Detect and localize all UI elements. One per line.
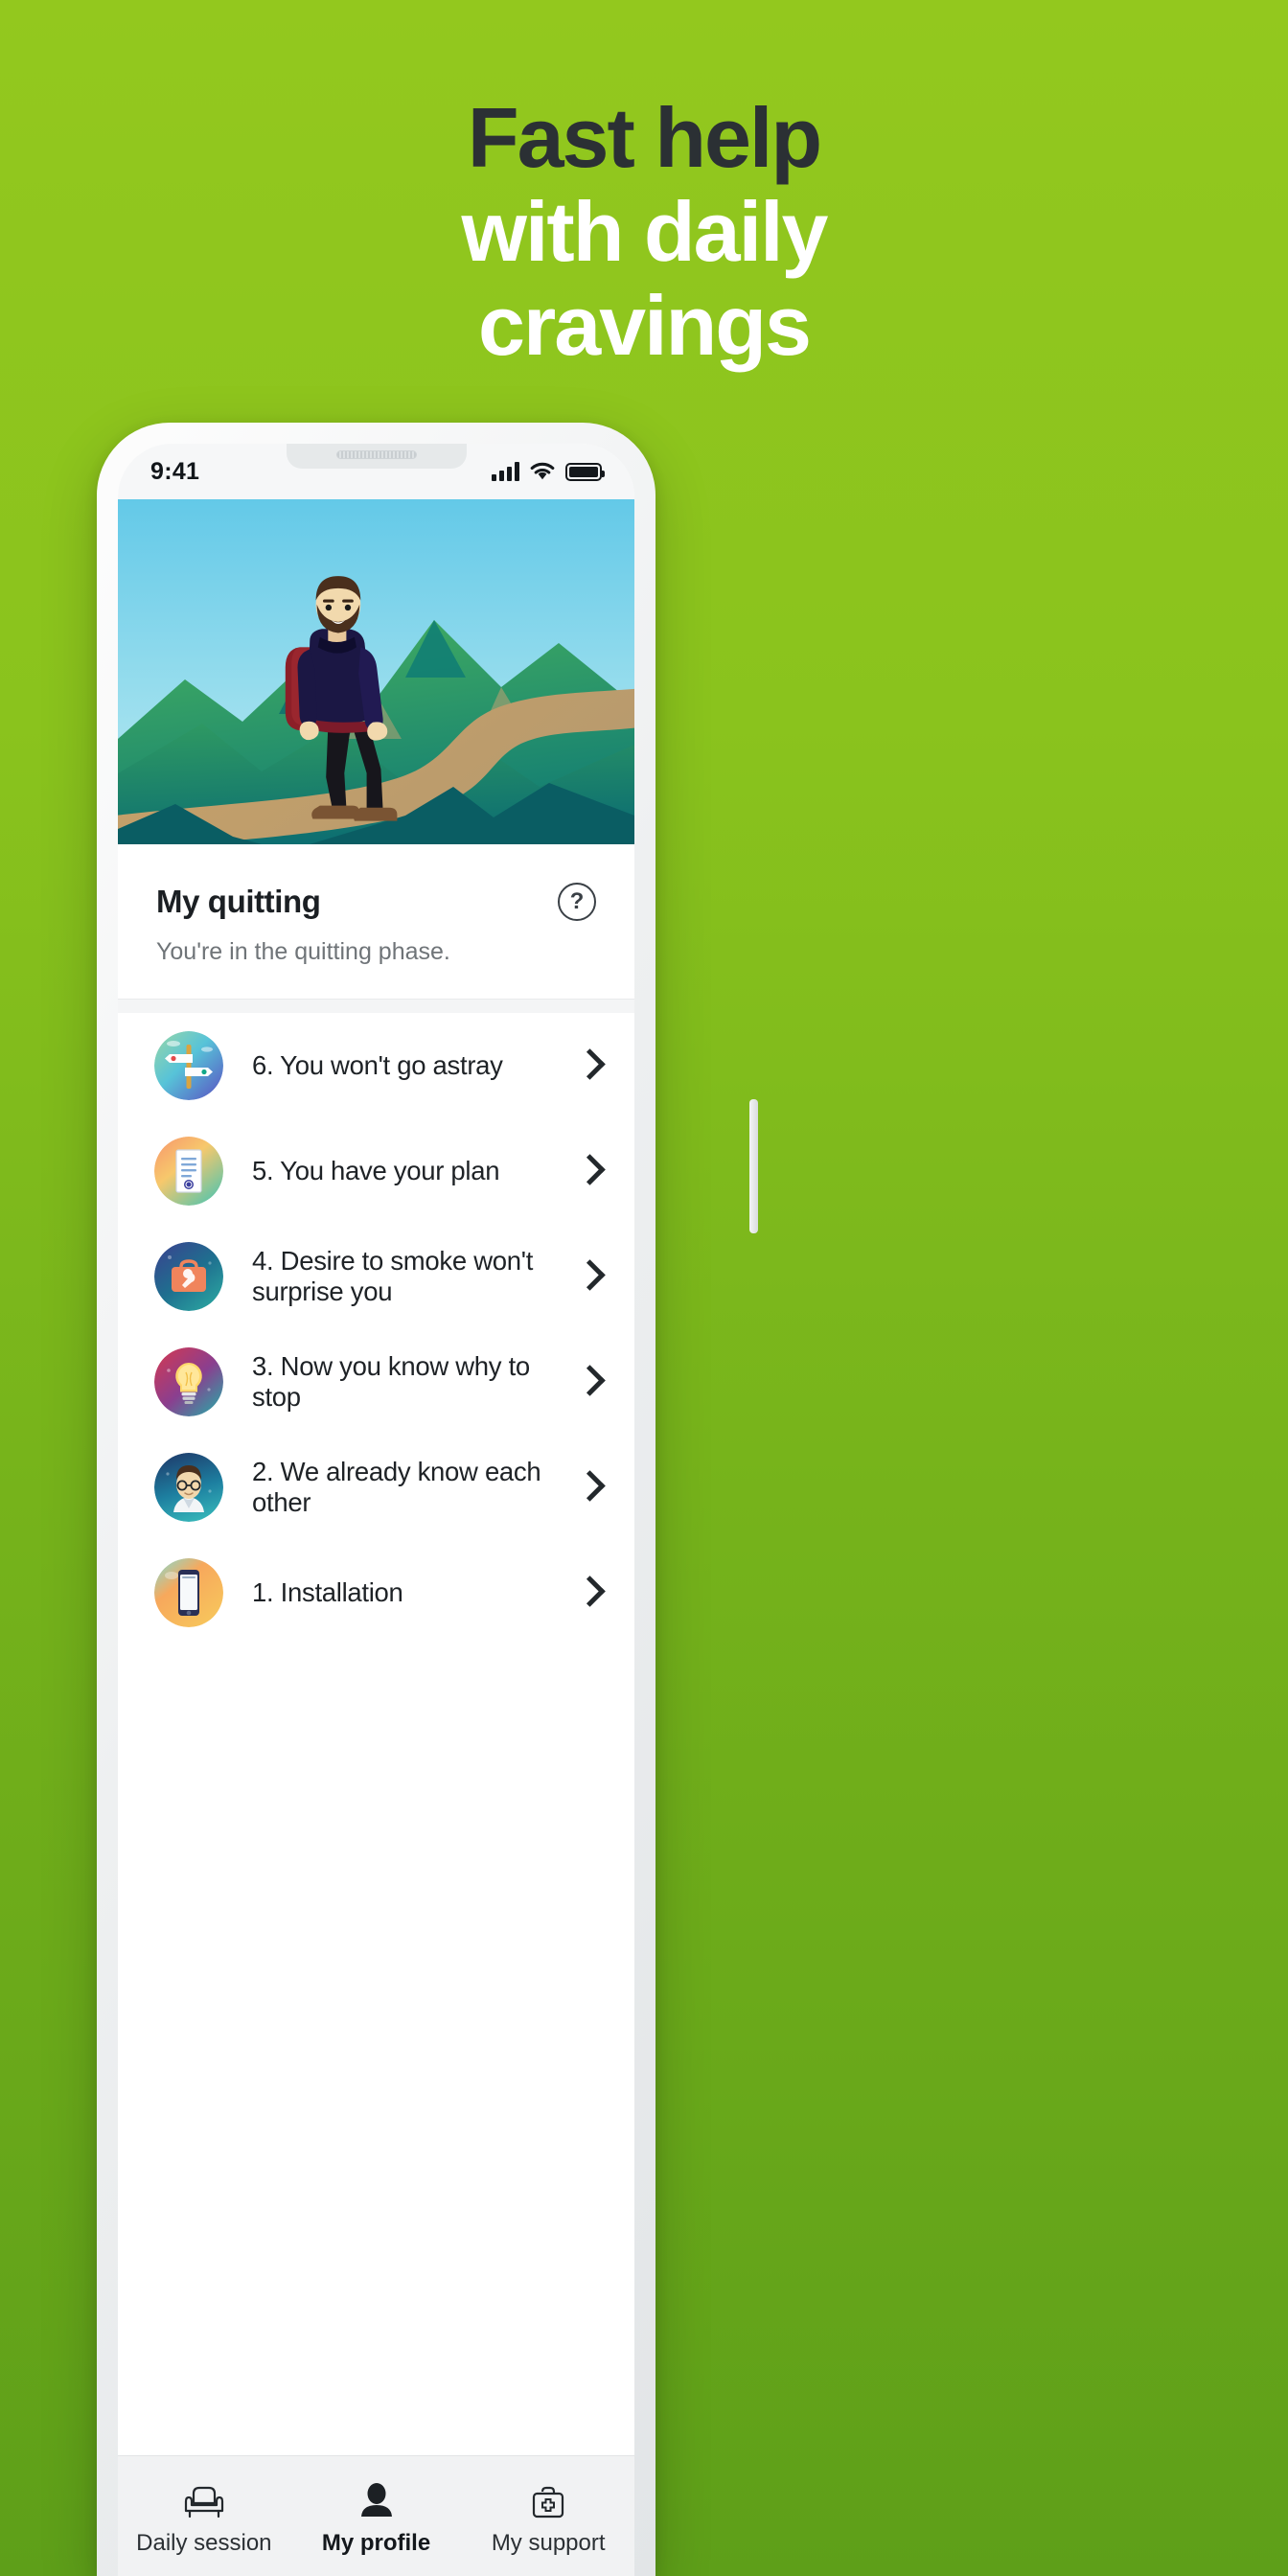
signpost-icon xyxy=(154,1031,223,1100)
phone-power-button[interactable] xyxy=(749,1099,758,1233)
wifi-icon xyxy=(530,462,555,480)
hero-illustration-art xyxy=(118,499,634,844)
tab-my-support[interactable]: My support xyxy=(462,2456,634,2576)
question-mark-circle-icon[interactable]: ? xyxy=(558,883,596,921)
help-glyph: ? xyxy=(569,888,585,914)
list-item-label: 2. We already know each other xyxy=(252,1457,541,1517)
battery-full-icon xyxy=(565,462,605,481)
tab-label: My support xyxy=(491,2529,606,2556)
list-item[interactable]: 2. We already know each other xyxy=(118,1435,634,1540)
list-item[interactable]: 5. You have your plan xyxy=(118,1118,634,1224)
my-quitting-subtitle: You're in the quitting phase. xyxy=(156,938,450,965)
tab-my-profile[interactable]: My profile xyxy=(290,2456,463,2576)
phone-mockup: 9:41 My quitting ? You're in the quittin… xyxy=(97,423,758,2576)
avatar-icon xyxy=(154,1453,223,1522)
chevron-right-icon[interactable] xyxy=(577,1361,602,1403)
list-item-label: 4. Desire to smoke won't surprise you xyxy=(252,1246,534,1306)
phone-screen: 9:41 My quitting ? You're in the quittin… xyxy=(118,444,634,2576)
list-item-label: 3. Now you know why to stop xyxy=(252,1351,530,1412)
headline-line-3: cravings xyxy=(478,278,812,373)
medical-bag-icon xyxy=(533,2486,564,2518)
list-item-label: 6. You won't go astray xyxy=(252,1050,503,1080)
tab-label: My profile xyxy=(321,2529,431,2556)
list-item[interactable]: 6. You won't go astray xyxy=(118,1013,634,1118)
phase-list-container: 6. You won't go astray 5. You have your … xyxy=(118,1000,634,1645)
person-icon xyxy=(360,2482,392,2517)
toolbox-icon xyxy=(154,1242,223,1311)
phone-notch xyxy=(286,444,467,469)
document-icon xyxy=(154,1137,223,1206)
status-bar: 9:41 xyxy=(118,444,634,499)
status-bar-icons xyxy=(492,462,605,481)
page-title: My quitting xyxy=(156,884,321,919)
list-item[interactable]: 1. Installation xyxy=(118,1540,634,1645)
promo-headline: Fast help with daily cravings xyxy=(0,96,1288,368)
tab-label: Daily session xyxy=(136,2529,272,2556)
chevron-right-icon[interactable] xyxy=(577,1466,602,1508)
chevron-right-icon[interactable] xyxy=(577,1045,602,1087)
hero-illustration xyxy=(118,499,634,844)
list-item[interactable]: 4. Desire to smoke won't surprise you xyxy=(118,1224,634,1329)
list-item-label: 1. Installation xyxy=(252,1577,403,1607)
cellular-signal-icon xyxy=(492,462,519,481)
phase-list: 6. You won't go astray 5. You have your … xyxy=(118,1013,634,1645)
chevron-right-icon[interactable] xyxy=(577,1572,602,1614)
chevron-right-icon[interactable] xyxy=(577,1150,602,1192)
tab-daily-session[interactable]: Daily session xyxy=(118,2456,290,2576)
chevron-right-icon[interactable] xyxy=(577,1255,602,1298)
my-quitting-card-header: My quitting ? xyxy=(156,883,596,921)
my-quitting-card: My quitting ? You're in the quitting pha… xyxy=(118,844,634,1000)
lightbulb-icon xyxy=(154,1347,223,1416)
status-bar-time: 9:41 xyxy=(150,457,200,485)
armchair-icon xyxy=(184,2486,223,2518)
headline-line-1: Fast help xyxy=(467,90,822,185)
earpiece-speaker xyxy=(335,450,417,459)
headline-line-2: with daily xyxy=(461,184,829,279)
list-item[interactable]: 3. Now you know why to stop xyxy=(118,1329,634,1435)
list-item-label: 5. You have your plan xyxy=(252,1156,500,1185)
smartphone-icon xyxy=(154,1558,223,1627)
bottom-tab-bar: Daily session My profile My support xyxy=(118,2455,634,2576)
